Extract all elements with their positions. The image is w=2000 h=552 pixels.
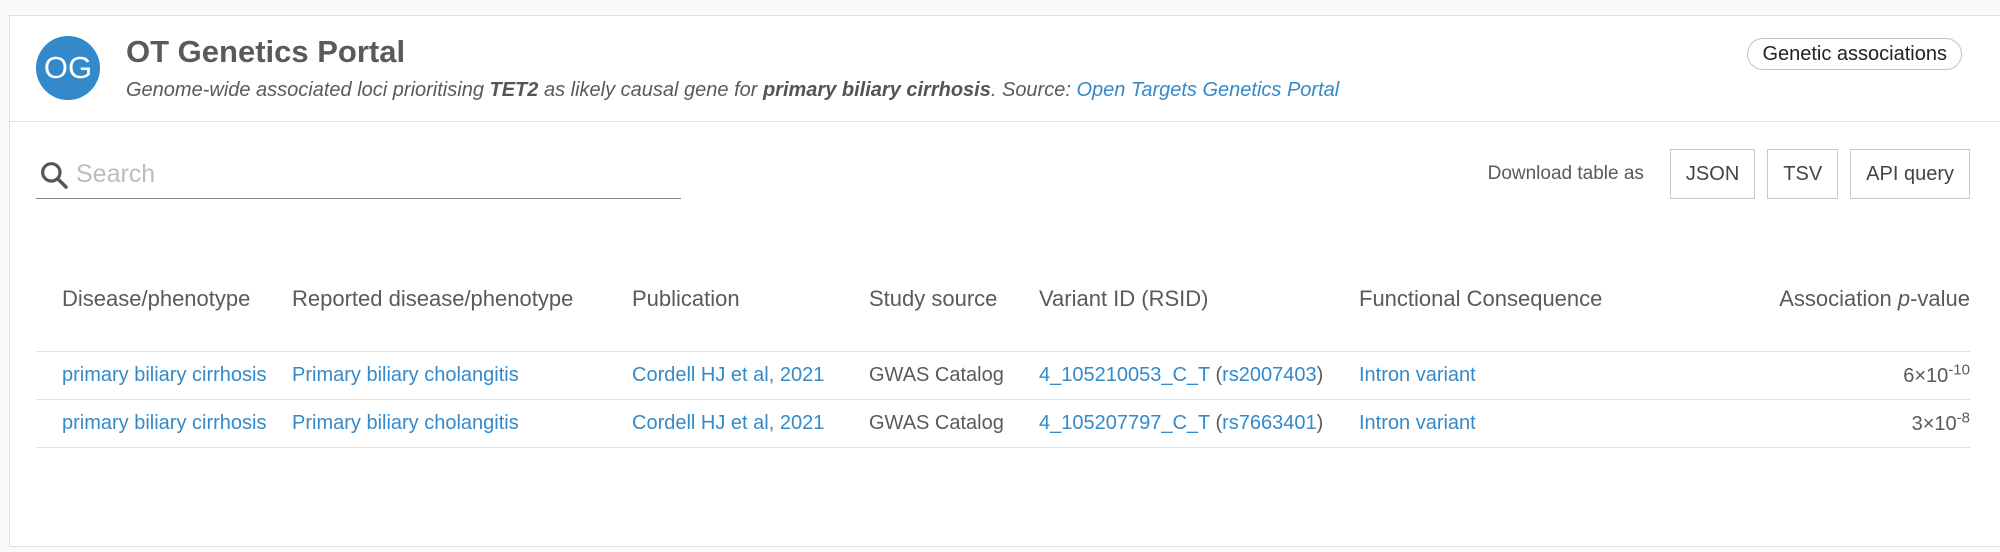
pvalue-mantissa: 6 <box>1903 364 1915 387</box>
download-tsv-button[interactable]: TSV <box>1767 149 1839 199</box>
gene-name: TET2 <box>489 79 539 101</box>
pvalue-mantissa: 3 <box>1911 412 1923 435</box>
source-link[interactable]: Open Targets Genetics Portal <box>1076 79 1339 101</box>
avatar: OG <box>36 36 100 100</box>
search-field[interactable] <box>36 151 681 199</box>
reported-disease-link[interactable]: Primary biliary cholangitis <box>292 412 519 434</box>
consequence-link[interactable]: Intron variant <box>1359 412 1476 434</box>
pvalue-header-p: p <box>1897 286 1911 311</box>
reported-disease-link[interactable]: Primary biliary cholangitis <box>292 364 519 386</box>
column-header-pvalue[interactable]: Association p-value <box>1694 278 1970 352</box>
download-controls: Download table as JSON TSV API query <box>1488 149 1970 199</box>
variant-link[interactable]: 4_105210053_C_T <box>1039 364 1210 386</box>
disease-link[interactable]: primary biliary cirrhosis <box>62 412 266 434</box>
table-row: primary biliary cirrhosis Primary biliar… <box>36 399 1970 448</box>
disease-name: primary biliary cirrhosis <box>762 79 991 101</box>
associations-table: Disease/phenotype Reported disease/pheno… <box>36 278 1970 448</box>
column-header-disease[interactable]: Disease/phenotype <box>36 278 292 352</box>
subtitle-prefix: Genome-wide associated loci prioritising <box>126 79 490 101</box>
search-input[interactable] <box>76 160 666 189</box>
rsid-link[interactable]: rs7663401 <box>1222 412 1317 434</box>
pvalue: 6×10-10 <box>1694 351 1970 400</box>
publication-link[interactable]: Cordell HJ et al, 2021 <box>632 364 824 386</box>
disease-link[interactable]: primary biliary cirrhosis <box>62 364 266 386</box>
pvalue-header-prefix: Association <box>1779 286 1898 311</box>
api-query-button[interactable]: API query <box>1850 149 1970 199</box>
section-chip[interactable]: Genetic associations <box>1747 38 1962 70</box>
table-row: primary biliary cirrhosis Primary biliar… <box>36 351 1970 400</box>
pvalue-exponent: -10 <box>1948 360 1970 378</box>
column-header-publication[interactable]: Publication <box>632 278 869 352</box>
consequence-link[interactable]: Intron variant <box>1359 364 1476 386</box>
page-title: OT Genetics Portal <box>126 34 406 69</box>
search-icon <box>41 161 68 189</box>
publication-link[interactable]: Cordell HJ et al, 2021 <box>632 412 824 434</box>
genetics-card: OG OT Genetics Portal Genome-wide associ… <box>9 15 2000 547</box>
rsid-close-paren: ) <box>1316 363 1324 386</box>
rsid-link[interactable]: rs2007403 <box>1222 364 1317 386</box>
study-source: GWAS Catalog <box>869 351 1039 400</box>
subtitle-middle: as likely causal gene for <box>538 79 763 101</box>
pvalue: 3×10-8 <box>1694 399 1970 448</box>
download-json-button[interactable]: JSON <box>1669 149 1756 199</box>
download-label: Download table as <box>1487 163 1644 184</box>
rsid-close-paren: ) <box>1316 411 1324 434</box>
pvalue-header-suffix: -value <box>1910 286 1970 311</box>
column-header-functional-consequence[interactable]: Functional Consequence <box>1359 278 1694 352</box>
column-header-reported-disease[interactable]: Reported disease/phenotype <box>292 278 632 352</box>
card-header: OG OT Genetics Portal Genome-wide associ… <box>10 16 2000 122</box>
table-header-row: Disease/phenotype Reported disease/pheno… <box>36 278 1970 352</box>
page-subtitle: Genome-wide associated loci prioritising… <box>126 79 1339 102</box>
column-header-study-source[interactable]: Study source <box>869 278 1039 352</box>
column-header-variant-id[interactable]: Variant ID (RSID) <box>1039 278 1359 352</box>
pvalue-exponent: -8 <box>1956 408 1970 426</box>
subtitle-source-prefix: . Source: <box>990 79 1077 101</box>
study-source: GWAS Catalog <box>869 399 1039 448</box>
variant-link[interactable]: 4_105207797_C_T <box>1039 412 1210 434</box>
